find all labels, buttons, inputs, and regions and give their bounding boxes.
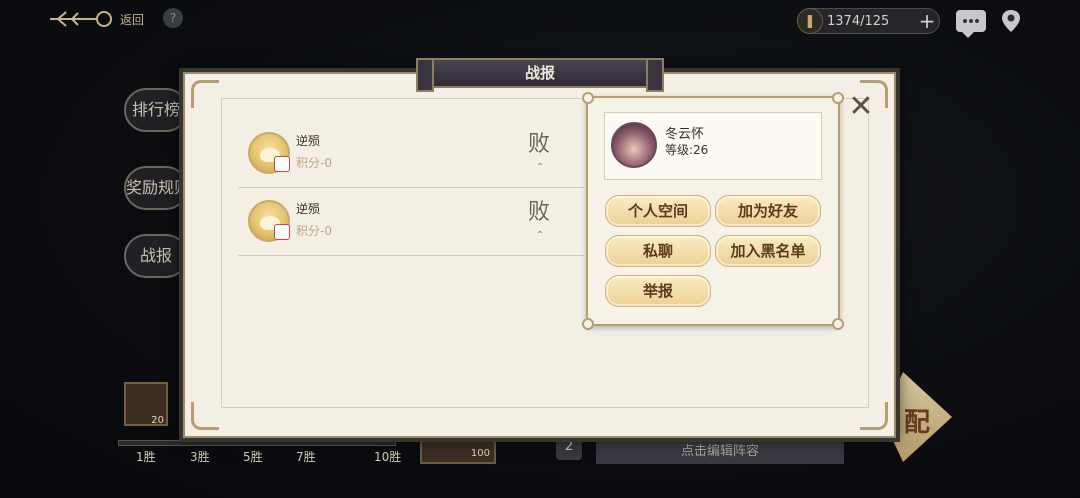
side-item-leaderboard[interactable]: 排行榜 [124,88,188,132]
profile-card: 冬云怀 等级:26 [604,112,822,180]
expand-arrow-icon[interactable]: ⌃ [536,230,544,241]
corner-ornament [582,92,594,104]
top-bar: 返回 ? ❚ 1374/125 + [0,0,1080,40]
corner-ornament [582,318,594,330]
milestone-label: 1胜 [136,450,156,464]
side-item-reward-rules[interactable]: 奖励规则 [124,166,188,210]
win-progress-track [118,440,396,446]
rank-badge-icon [274,156,290,172]
dialog-title: 战报 [416,58,664,92]
corner-ornament [832,92,844,104]
back-label: 返回 [120,12,145,27]
opponent-name: 逆殒 [296,202,321,216]
add-stamina-button[interactable]: + [915,9,939,33]
location-pin-icon[interactable] [1001,9,1021,33]
add-friend-button[interactable]: 加为好友 [715,195,821,227]
side-item-battle-report[interactable]: 战报 [124,234,188,278]
stamina-icon: ❚ [797,8,823,34]
record-score: 积分-0 [296,156,332,170]
milestone-label: 5胜 [243,450,263,464]
opponent-name: 逆殒 [296,134,321,148]
help-button[interactable]: ? [163,8,183,28]
reward-item-count: 20 [151,415,164,426]
back-button[interactable]: 返回 [48,6,144,32]
private-chat-button[interactable]: 私聊 [605,235,711,267]
key-ornament-icon [50,11,112,27]
corner-ornament [860,402,888,430]
close-icon[interactable]: ✕ [846,92,876,122]
milestone-label: 3胜 [190,450,210,464]
corner-ornament [191,80,219,108]
battle-record-row[interactable]: 逆殒 积分-0 败 ⌃ [238,120,584,188]
record-result: 败 [528,132,551,157]
chat-icon[interactable] [956,10,986,38]
stamina-value: 1374/125 [827,13,890,29]
corner-ornament [832,318,844,330]
blacklist-button[interactable]: 加入黑名单 [715,235,821,267]
stamina-counter: ❚ 1374/125 + [797,8,940,34]
match-label: 配 [904,408,931,438]
battle-record-row[interactable]: 逆殒 积分-0 败 ⌃ [238,188,584,256]
report-button[interactable]: 举报 [605,275,711,307]
record-result: 败 [528,200,551,225]
reward-item-slot[interactable]: 20 [124,382,168,426]
record-score: 积分-0 [296,224,332,238]
player-level: 等级:26 [665,143,709,157]
expand-arrow-icon[interactable]: ⌃ [536,162,544,173]
personal-space-button[interactable]: 个人空间 [605,195,711,227]
milestone-label: 10胜 [374,450,402,464]
player-avatar [611,122,657,168]
corner-ornament [191,402,219,430]
rank-badge-icon [274,224,290,240]
player-name: 冬云怀 [665,127,705,142]
milestone-label: 7胜 [296,450,316,464]
